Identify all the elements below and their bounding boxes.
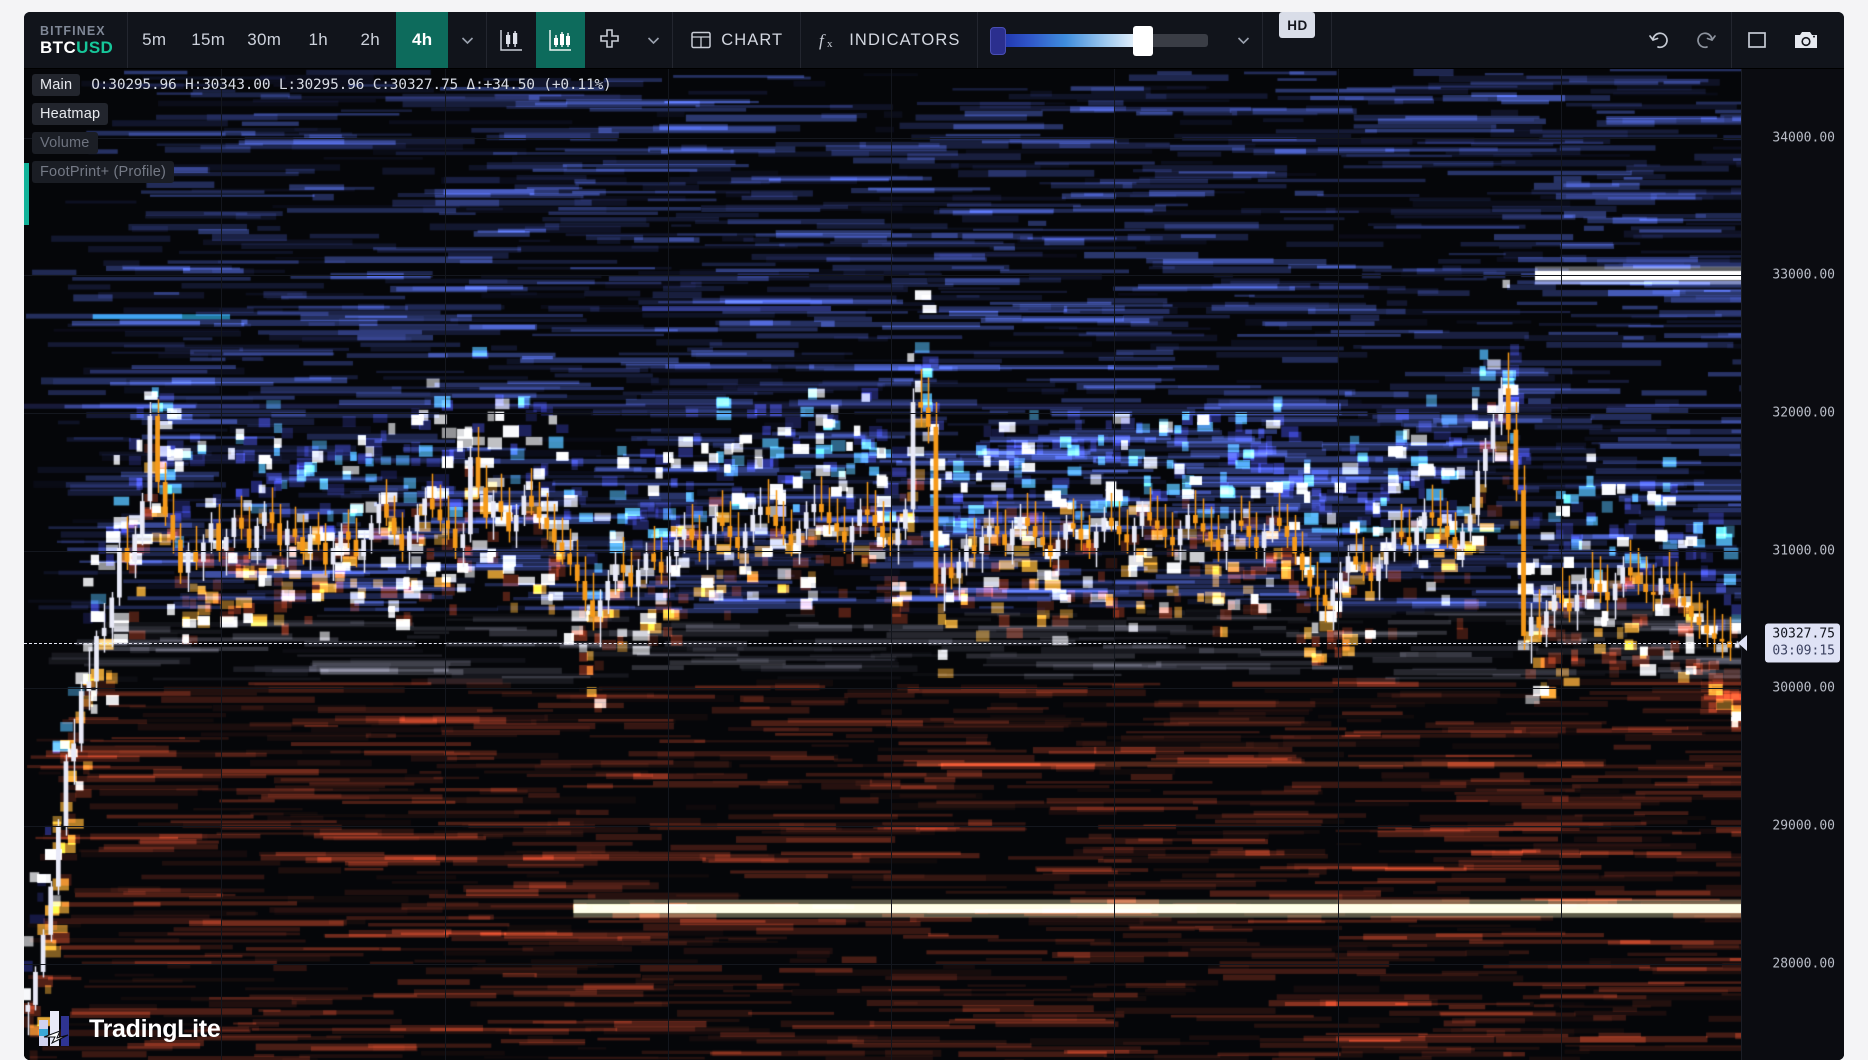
price-axis-label: 29000.00 [1772,818,1835,834]
tradinglite-logo-icon [38,1010,78,1048]
main-legend-row: Main O:30295.96 H:30343.00 L:30295.96 C:… [24,69,612,101]
legend-row-heatmap: Heatmap [32,103,109,125]
layout-grid-icon [690,29,712,51]
gridline [24,688,1741,690]
indicator-label-footprint[interactable]: FootPrint+ (Profile) [32,161,175,183]
exchange-label: BITFINEX [40,23,106,38]
symbol-selector[interactable]: BITFINEX BTCUSD [24,12,127,68]
heatmap-canvas [24,69,1741,1060]
price-chart-plot[interactable]: Main O:30295.96 H:30343.00 L:30295.96 C:… [24,69,1741,1060]
main-series-label[interactable]: Main [32,74,81,96]
gridline-vertical [891,69,893,1060]
svg-text:f: f [819,31,826,50]
candlestick-icon[interactable] [487,12,536,68]
indicator-label-volume[interactable]: Volume [32,132,98,154]
timeframe-2h[interactable]: 2h [344,12,396,68]
timeframe-dropdown-chevron-down-icon[interactable] [448,12,486,68]
timeframe-4h[interactable]: 4h [396,12,449,68]
last-price-value: 30327.75 [1772,626,1835,642]
legend-row-volume: Volume [32,132,98,154]
heatmap-preset-chevron-down-icon[interactable] [1224,12,1262,68]
quote-currency: USD [76,37,114,57]
heatmap-intensity-slider[interactable] [978,12,1224,68]
gridline [24,137,1741,139]
gridline [24,413,1741,415]
indicators-button-label: INDICATORS [849,30,961,49]
gridline [24,550,1741,552]
timeframe-5m[interactable]: 5m [128,12,180,68]
last-price-tag[interactable]: 30327.75 03:09:15 [1765,623,1840,663]
last-price-line [24,643,1741,645]
crosshair-icon[interactable] [585,12,634,68]
gridline-vertical [1337,69,1339,1060]
timeframe-15m[interactable]: 15m [180,12,236,68]
gridline-vertical [444,69,446,1060]
last-price-arrow [1738,635,1747,652]
chart-area[interactable]: Main O:30295.96 H:30343.00 L:30295.96 C:… [24,69,1844,1060]
ohlc-values: O:30295.96 H:30343.00 L:30295.96 C:30327… [91,77,612,93]
redo-icon[interactable] [1682,12,1731,68]
price-axis-label: 28000.00 [1772,956,1835,972]
slider-handle[interactable] [1133,25,1154,56]
hd-quality-button[interactable]: HD [1279,12,1316,38]
candle-countdown: 03:09:15 [1772,643,1835,659]
watermark: TradingLite [38,1010,221,1048]
price-axis-label: 31000.00 [1772,543,1835,559]
base-currency: BTC [40,37,77,57]
timeframe-30m[interactable]: 30m [236,12,292,68]
svg-text:x: x [827,38,834,50]
gridline [24,275,1741,277]
price-axis-label: 30000.00 [1772,680,1835,696]
legend-row-footprint: FootPrint+ (Profile) [32,161,175,183]
gridline-vertical [221,69,223,1060]
indicators-button[interactable]: f x INDICATORS [801,12,977,68]
gridline-vertical [1114,69,1116,1060]
volume-candle-icon[interactable] [536,12,586,68]
timeframe-1h[interactable]: 1h [292,12,344,68]
watermark-label: TradingLite [89,1014,221,1043]
top-toolbar: BITFINEX BTCUSD 5m 15m 30m 1h 2h 4h CHAR… [24,12,1844,69]
slider-gradient-fill [996,33,1147,47]
function-fx-icon: f x [818,29,840,51]
footprint-active-marker [24,163,29,225]
chart-button-label: CHART [721,30,784,49]
camera-icon[interactable] [1781,12,1830,68]
drawing-tools-chevron-down-icon[interactable] [634,12,672,68]
gridline [24,826,1741,827]
tradinglite-app: BITFINEX BTCUSD 5m 15m 30m 1h 2h 4h CHAR… [24,12,1844,1060]
gridline [24,963,1741,965]
indicator-label-heatmap[interactable]: Heatmap [32,103,109,125]
gridline-vertical [1560,69,1562,1060]
price-axis-label: 32000.00 [1772,405,1835,421]
slider-left-handle[interactable] [990,26,1007,55]
symbol-pair-label: BTCUSD [40,38,113,57]
slider-track[interactable] [990,25,1209,56]
fullscreen-icon[interactable] [1732,12,1781,68]
price-axis[interactable]: 30327.75 03:09:15 34000.00 33000.00 32000.… [1738,69,1844,1060]
price-axis-label: 33000.00 [1772,267,1835,283]
gridline-vertical [667,69,669,1060]
chart-button[interactable]: CHART [673,12,800,68]
divider [1262,12,1264,68]
undo-icon[interactable] [1633,12,1682,68]
price-axis-label: 34000.00 [1772,130,1835,146]
